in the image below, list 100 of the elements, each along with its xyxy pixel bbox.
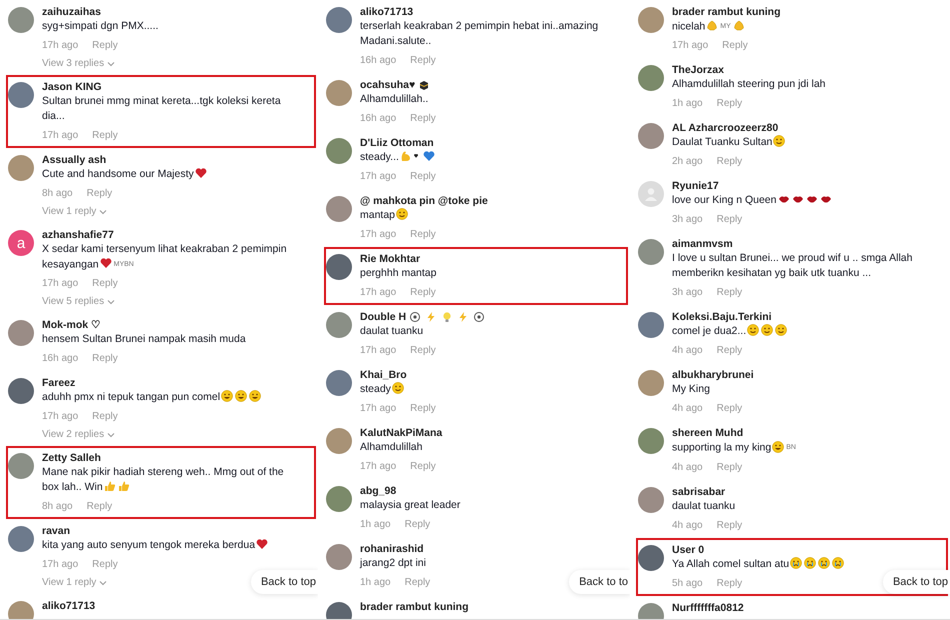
reply-link[interactable]: Reply <box>716 576 742 590</box>
reply-link[interactable]: Reply <box>410 460 436 473</box>
back-to-top-button[interactable]: Back to top <box>882 570 950 594</box>
timestamp: 4h ago <box>672 518 703 532</box>
reply-link[interactable]: Reply <box>716 518 742 532</box>
username: KalutNakPiMana <box>360 426 442 440</box>
avatar-photo <box>326 196 352 222</box>
username: Double H <box>360 310 406 324</box>
reply-link[interactable]: Reply <box>92 558 118 572</box>
reply-link[interactable]: Reply <box>92 352 118 366</box>
timestamp: 17h ago <box>42 277 78 290</box>
ring-icon <box>473 311 486 323</box>
reply-link[interactable]: Reply <box>716 213 742 226</box>
reply-link[interactable]: Reply <box>716 344 742 358</box>
username: albukharybrunei <box>672 368 754 382</box>
comment-text: Daulat Tuanku Sultan <box>672 136 772 148</box>
reply-link[interactable]: Reply <box>716 97 742 110</box>
avatar-photo <box>326 80 352 106</box>
avatar-photo <box>638 370 664 396</box>
comment-text: malaysia great leader <box>360 499 460 511</box>
username: sabrisabar <box>672 484 726 499</box>
flexed-arm-icon <box>400 150 412 162</box>
comment-text: supporting la my king <box>672 442 772 454</box>
timestamp: 16h ago <box>360 54 396 67</box>
view-replies-button[interactable]: View 1 reply <box>42 206 108 217</box>
reply-link[interactable]: Reply <box>410 402 436 415</box>
timestamp: 4h ago <box>672 460 703 474</box>
avatar: a <box>8 230 34 256</box>
username: zaihuzaihas <box>42 5 101 19</box>
comment-text: terserlah keakraban 2 pemimpin hebat ini..amazing <box>360 20 598 32</box>
avatar-photo <box>8 378 34 404</box>
username: Khai_Bro <box>360 368 407 382</box>
username: TheJorzax <box>672 63 724 78</box>
avatar-photo <box>638 544 664 571</box>
reply-link[interactable]: Reply <box>86 500 112 514</box>
bolt-icon <box>457 311 470 323</box>
avatar-photo <box>8 155 34 181</box>
username: brader rambut kuning <box>672 5 781 19</box>
comment-text: kesayangan <box>42 258 99 270</box>
comment-text: steady <box>360 383 391 395</box>
reply-link[interactable]: Reply <box>410 170 436 183</box>
reply-link[interactable]: Reply <box>410 54 436 67</box>
face-icon <box>790 556 802 569</box>
reply-link[interactable]: Reply <box>410 286 436 299</box>
chevron-down-icon <box>99 208 108 214</box>
reply-link[interactable]: Reply <box>92 39 118 52</box>
comment-text: daulat tuanku <box>360 325 424 337</box>
timestamp: 17h ago <box>42 129 78 142</box>
face-icon <box>761 324 774 336</box>
avatar-photo <box>326 254 352 280</box>
timestamp: 17h ago <box>360 170 396 183</box>
view-replies-button[interactable]: View 1 reply <box>42 577 108 588</box>
reply-link[interactable]: Reply <box>716 460 742 474</box>
reply-link[interactable]: Reply <box>92 129 118 142</box>
reply-link[interactable]: Reply <box>722 39 748 52</box>
comment-text: mantap <box>360 209 396 221</box>
view-replies-button[interactable]: View 5 replies <box>42 296 116 308</box>
chevron-down-icon <box>99 580 108 586</box>
view-replies-button[interactable]: View 2 replies <box>42 429 116 440</box>
comment-text: Alhamdulillah <box>360 441 422 453</box>
username: Koleksi.Baju.Terkini <box>672 310 772 324</box>
comment-text: dia... <box>42 110 65 122</box>
avatar-photo <box>326 370 352 396</box>
comment-text: Cute and handsome our Majesty <box>42 168 194 180</box>
reply-link[interactable]: Reply <box>410 112 436 125</box>
bulb-icon <box>441 311 454 323</box>
username: AL Azharcroozeerz80 <box>672 121 778 136</box>
username: Rie Mokhtar <box>360 252 420 266</box>
chevron-down-icon <box>107 60 116 66</box>
reply-link[interactable]: Reply <box>410 344 436 357</box>
username: abg_98 <box>360 484 396 498</box>
reply-link[interactable]: Reply <box>92 277 118 290</box>
timestamp: 4h ago <box>672 344 703 358</box>
timestamp: 4h ago <box>672 402 703 416</box>
reply-link[interactable]: Reply <box>716 286 742 300</box>
reply-link[interactable]: Reply <box>404 576 430 589</box>
timestamp: 17h ago <box>42 410 78 424</box>
reply-link[interactable]: Reply <box>716 402 742 416</box>
timestamp: 1h ago <box>672 97 703 110</box>
timestamp: 1h ago <box>360 576 391 589</box>
reply-link[interactable]: Reply <box>404 518 430 531</box>
username: aimanmvsm <box>672 237 733 252</box>
timestamp: 2h ago <box>672 155 703 168</box>
view-replies-button[interactable]: View 3 replies <box>42 58 116 69</box>
reply-link[interactable]: Reply <box>86 187 112 200</box>
reply-link[interactable]: Reply <box>716 155 742 168</box>
avatar-photo <box>638 312 664 338</box>
back-to-top-button[interactable]: Back to top <box>250 570 318 594</box>
avatar-photo <box>638 486 664 513</box>
cube-icon <box>418 79 430 91</box>
avatar-photo <box>8 453 34 480</box>
thumbs-up-icon <box>104 480 116 492</box>
avatar-photo <box>638 239 664 266</box>
reply-link[interactable]: Reply <box>410 228 436 241</box>
reply-link[interactable]: Reply <box>92 410 118 424</box>
face-icon <box>832 556 844 569</box>
back-to-top-button[interactable]: Back to to <box>569 570 630 594</box>
timestamp: 8h ago <box>42 500 73 514</box>
timestamp: 8h ago <box>42 187 73 200</box>
comment-text: kita yang auto senyum tengok mereka berdua <box>42 539 256 552</box>
